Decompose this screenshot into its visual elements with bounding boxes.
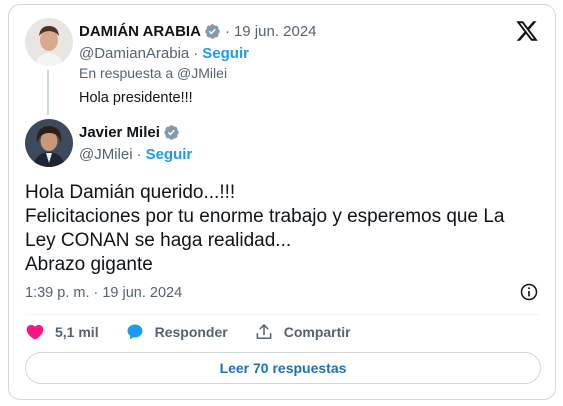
action-bar: 5,1 mil Responder Compartir [25,322,377,342]
main-author-name[interactable]: Javier Milei [79,124,160,141]
reply-handle[interactable]: @DamianArabia [79,45,189,62]
tweet-text-line: Hola Damián querido...!!! [25,182,236,203]
like-count: 5,1 mil [55,324,99,340]
reply-date[interactable]: 19 jun. 2024 [234,23,317,40]
main-author-row: Javier Milei [79,124,180,141]
info-icon[interactable] [519,282,539,302]
reply-button[interactable]: Responder [125,322,228,342]
reply-text: Hola presidente!!! [79,90,193,106]
verified-badge-icon [164,125,179,140]
follow-milei-button[interactable]: Seguir [146,146,193,163]
read-replies-button[interactable]: Leer 70 respuestas [25,352,541,384]
tweet-text-line: Abrazo gigante [25,254,153,275]
tweet-text-line: Ley CONAN se haga realidad... [25,230,292,251]
main-tweet-text: Hola Damián querido...!!! Felicitaciones… [25,181,545,277]
separator-dot: · [224,23,230,40]
reply-author-row: DAMIÁN ARABIA · 19 jun. 2024 [79,23,317,40]
reply-author-name[interactable]: DAMIÁN ARABIA [79,23,201,40]
separator-dot: · [136,146,142,163]
reply-label: Responder [154,324,228,340]
main-handle[interactable]: @JMilei [79,146,133,163]
share-label: Compartir [283,324,351,340]
tweet-timestamp[interactable]: 1:39 p. m. · 19 jun. 2024 [25,285,182,301]
reply-handle-row: @DamianArabia · Seguir [79,45,249,62]
x-logo-icon[interactable] [515,19,539,43]
main-handle-row: @JMilei · Seguir [79,146,192,163]
follow-damian-button[interactable]: Seguir [202,45,249,62]
divider [25,314,539,315]
share-button[interactable]: Compartir [254,322,351,342]
avatar-milei[interactable] [25,119,73,167]
speech-bubble-icon [127,324,143,340]
share-icon [256,324,272,339]
in-reply-to: En respuesta a @JMilei [79,65,228,81]
embedded-tweet-card: DAMIÁN ARABIA · 19 jun. 2024 @DamianArab… [8,4,556,400]
verified-badge-icon [205,24,220,39]
avatar-damian[interactable] [25,18,73,66]
tweet-text-line: Felicitaciones por tu enorme trabajo y e… [25,206,505,227]
heart-icon [26,324,44,340]
thread-line [47,70,49,115]
like-button[interactable]: 5,1 mil [25,322,99,342]
separator-dot: · [193,45,199,62]
